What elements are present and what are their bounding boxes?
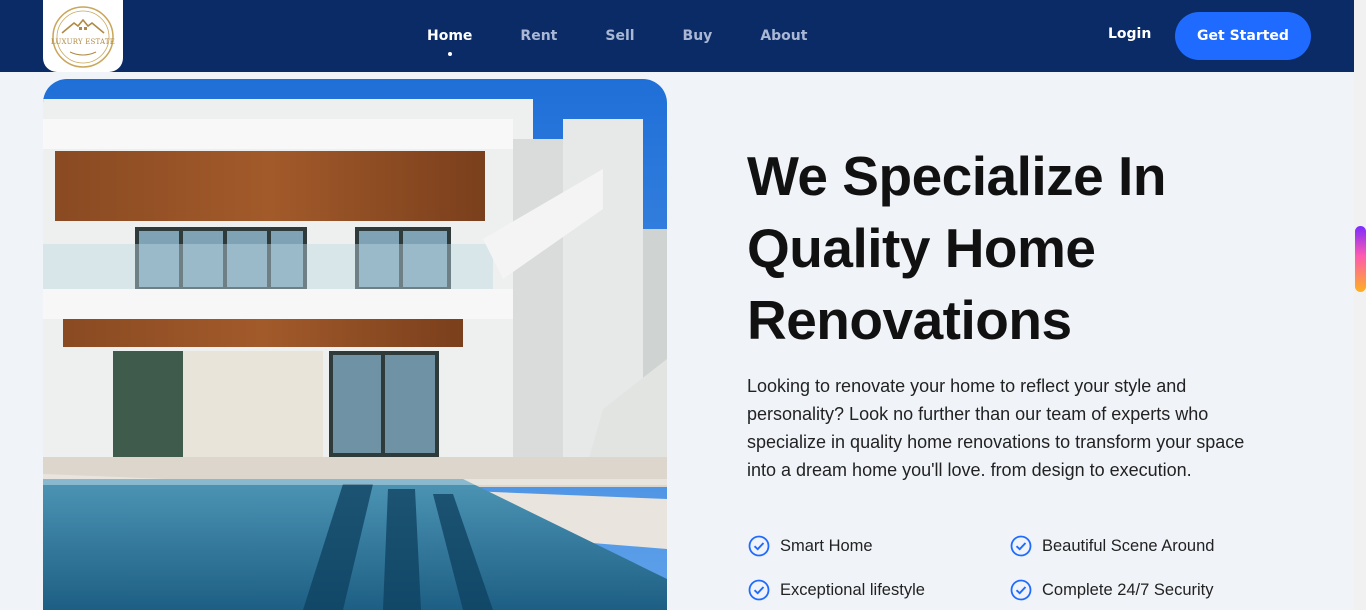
top-navbar: LUXURY ESTATE Home Rent Sell Buy About L… (0, 0, 1354, 72)
hero-house-image (43, 79, 667, 610)
house-emblem-icon (52, 6, 114, 68)
hero-description: Looking to renovate your home to reflect… (747, 376, 1245, 480)
nav-item-label: About (760, 28, 808, 44)
feature-label: Smart Home (780, 536, 873, 555)
feature-label: Beautiful Scene Around (1042, 536, 1215, 555)
headline-line: We Specialize In (747, 145, 1166, 207)
nav-item-about[interactable]: About (760, 24, 807, 48)
feature-item-exceptional-lifestyle: Exceptional lifestyle (748, 579, 925, 601)
active-indicator (447, 52, 452, 56)
nav-item-rent[interactable]: Rent (520, 24, 557, 48)
login-link[interactable]: Login (1108, 26, 1151, 42)
hero-headline: We Specialize In Quality Home Renovation… (747, 140, 1307, 356)
nav-item-label: Sell (605, 28, 635, 44)
feature-label: Exceptional lifestyle (780, 580, 925, 599)
headline-line: Renovations (747, 289, 1072, 351)
page-scrollbar[interactable] (1354, 0, 1366, 610)
check-circle-icon (748, 535, 770, 557)
nav-item-label: Buy (682, 28, 713, 44)
nav-item-buy[interactable]: Buy (683, 24, 713, 48)
feature-item-smart-home: Smart Home (748, 535, 873, 557)
get-started-button[interactable]: Get Started (1175, 12, 1311, 60)
feature-label: Complete 24/7 Security (1042, 580, 1214, 599)
brand-logo[interactable]: LUXURY ESTATE (43, 0, 123, 72)
nav-item-label: Rent (520, 28, 558, 44)
feature-item-security: Complete 24/7 Security (1010, 579, 1214, 601)
nav-item-home[interactable]: Home (427, 24, 473, 56)
check-circle-icon (1010, 535, 1032, 557)
check-circle-icon (748, 579, 770, 601)
main-nav: Home Rent Sell Buy About (405, 0, 855, 72)
nav-item-sell[interactable]: Sell (605, 24, 634, 48)
nav-item-label: Home (427, 28, 473, 44)
logo-text: LUXURY ESTATE (50, 38, 116, 46)
scrollbar-thumb[interactable] (1355, 226, 1366, 292)
check-circle-icon (1010, 579, 1032, 601)
feature-item-beautiful-scene: Beautiful Scene Around (1010, 535, 1214, 557)
headline-line: Quality Home (747, 217, 1096, 279)
